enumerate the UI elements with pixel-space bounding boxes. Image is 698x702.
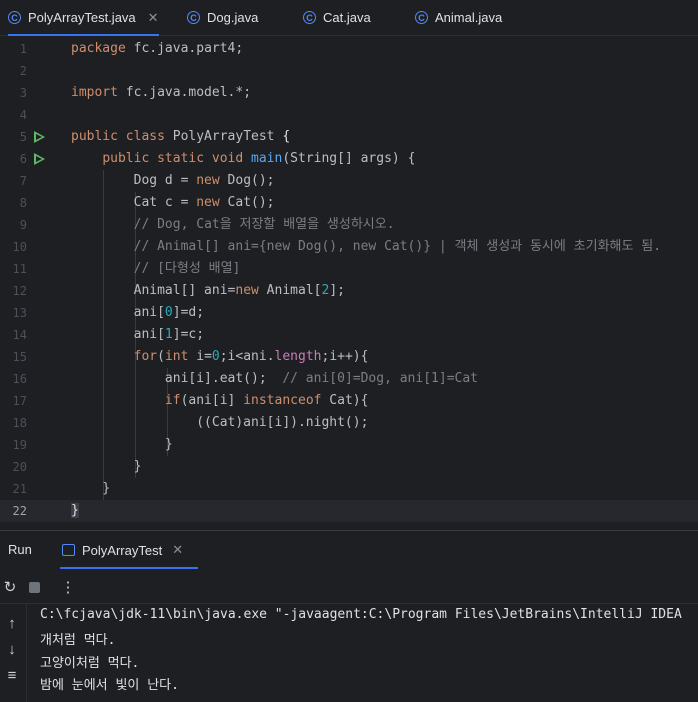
line-number: 13 xyxy=(12,306,27,320)
arrow-up-icon[interactable]: ↑ xyxy=(2,613,22,633)
line-number: 22 xyxy=(12,504,27,518)
line-number: 15 xyxy=(12,350,27,364)
code-line: 12 Animal[] ani=new Animal[2]; xyxy=(0,280,698,302)
stop-icon[interactable] xyxy=(24,577,44,597)
line-number: 21 xyxy=(12,482,27,496)
code-line: 13 ani[0]=d; xyxy=(0,302,698,324)
line-number: 11 xyxy=(12,262,27,276)
run-panel-header: Run PolyArrayTest ✕ xyxy=(0,531,698,569)
close-icon[interactable]: ✕ xyxy=(172,542,183,558)
run-toolbar: ↻ ⋮ xyxy=(0,571,698,604)
console-output-line: 고양이처럼 먹다. xyxy=(40,656,140,671)
line-number: 5 xyxy=(19,130,27,144)
code-line: 10 // Animal[] ani={new Dog(), new Cat()… xyxy=(0,236,698,258)
line-number: 6 xyxy=(19,152,27,166)
code-line: 9 // Dog, Cat을 저장할 배열을 생성하시오. xyxy=(0,214,698,236)
run-label: Run xyxy=(8,542,32,557)
tab-label: Dog.java xyxy=(207,10,259,25)
code-line: 15 for(int i=0;i<ani.length;i++){ xyxy=(0,346,698,368)
tab-cat[interactable]: C Cat.java xyxy=(303,0,371,35)
run-side-toolbar: ↑ ↓ ≡ xyxy=(0,603,27,702)
code-line: 19 } xyxy=(0,434,698,456)
class-icon: C xyxy=(415,11,428,24)
line-number: 12 xyxy=(12,284,27,298)
run-gutter-icon[interactable] xyxy=(34,131,45,143)
line-number: 18 xyxy=(12,416,27,430)
code-line: 21 } xyxy=(0,478,698,500)
tab-label: Cat.java xyxy=(323,10,371,25)
line-number: 19 xyxy=(12,438,27,452)
run-tab-label: PolyArrayTest xyxy=(82,542,163,558)
soft-wrap-icon[interactable]: ≡ xyxy=(2,665,22,685)
code-line: 3 import fc.java.model.*; xyxy=(0,82,698,104)
tab-label: Animal.java xyxy=(435,10,503,25)
code-editor[interactable]: 1 package fc.java.part4; 2 3 import fc.jav… xyxy=(0,38,698,525)
tab-polyarraytest[interactable]: C PolyArrayTest.java ✕ xyxy=(8,0,159,36)
line-number: 3 xyxy=(19,86,27,100)
run-tab[interactable]: PolyArrayTest ✕ xyxy=(60,531,198,569)
code-line: 2 xyxy=(0,60,698,82)
code-line: 4 xyxy=(0,104,698,126)
code-line: 14 ani[1]=c; xyxy=(0,324,698,346)
arrow-down-icon[interactable]: ↓ xyxy=(2,639,22,659)
line-number: 1 xyxy=(19,42,27,56)
console-output-line: 밤에 눈에서 빛이 난다. xyxy=(40,678,179,693)
line-number: 8 xyxy=(19,196,27,210)
code-line: 8 Cat c = new Cat(); xyxy=(0,192,698,214)
code-line: 7 Dog d = new Dog(); xyxy=(0,170,698,192)
line-number: 20 xyxy=(12,460,27,474)
code-line: 17 if(ani[i] instanceof Cat){ xyxy=(0,390,698,412)
code-line-current: 22} xyxy=(0,500,698,522)
line-number: 17 xyxy=(12,394,27,408)
code-line: 18 ((Cat)ani[i]).night(); xyxy=(0,412,698,434)
line-number: 10 xyxy=(12,240,27,254)
run-gutter-icon[interactable] xyxy=(34,153,45,165)
line-number: 2 xyxy=(19,64,27,78)
tab-animal[interactable]: C Animal.java xyxy=(415,0,502,35)
line-number: 7 xyxy=(19,174,27,188)
class-icon: C xyxy=(303,11,316,24)
console-output-line: C:\fcjava\jdk-11\bin\java.exe "-javaagen… xyxy=(40,607,682,622)
line-number: 14 xyxy=(12,328,27,342)
line-number: 9 xyxy=(19,218,27,232)
code-line: 11 // [다형성 배열] xyxy=(0,258,698,280)
code-line: 6 public static void main(String[] args)… xyxy=(0,148,698,170)
close-icon[interactable]: ✕ xyxy=(148,10,159,26)
class-icon: C xyxy=(8,11,21,24)
run-panel: Run PolyArrayTest ✕ ↻ ⋮ ↑ ↓ ≡ C:\fcjava\… xyxy=(0,530,698,702)
code-line: 16 ani[i].eat(); // ani[0]=Dog, ani[1]=C… xyxy=(0,368,698,390)
more-options-icon[interactable]: ⋮ xyxy=(58,577,78,597)
console-icon xyxy=(62,544,75,556)
line-number: 4 xyxy=(19,108,27,122)
line-number: 16 xyxy=(12,372,27,386)
code-line: 20 } xyxy=(0,456,698,478)
tab-dog[interactable]: C Dog.java xyxy=(187,0,258,35)
code-line: 5 public class PolyArrayTest { xyxy=(0,126,698,148)
editor-tab-bar: C PolyArrayTest.java ✕ C Dog.java C Cat.… xyxy=(0,0,698,36)
rerun-icon[interactable]: ↻ xyxy=(0,577,20,597)
tab-label: PolyArrayTest.java xyxy=(28,10,136,25)
code-line: 1 package fc.java.part4; xyxy=(0,38,698,60)
console-output-line: 개처럼 먹다. xyxy=(40,633,116,648)
class-icon: C xyxy=(187,11,200,24)
